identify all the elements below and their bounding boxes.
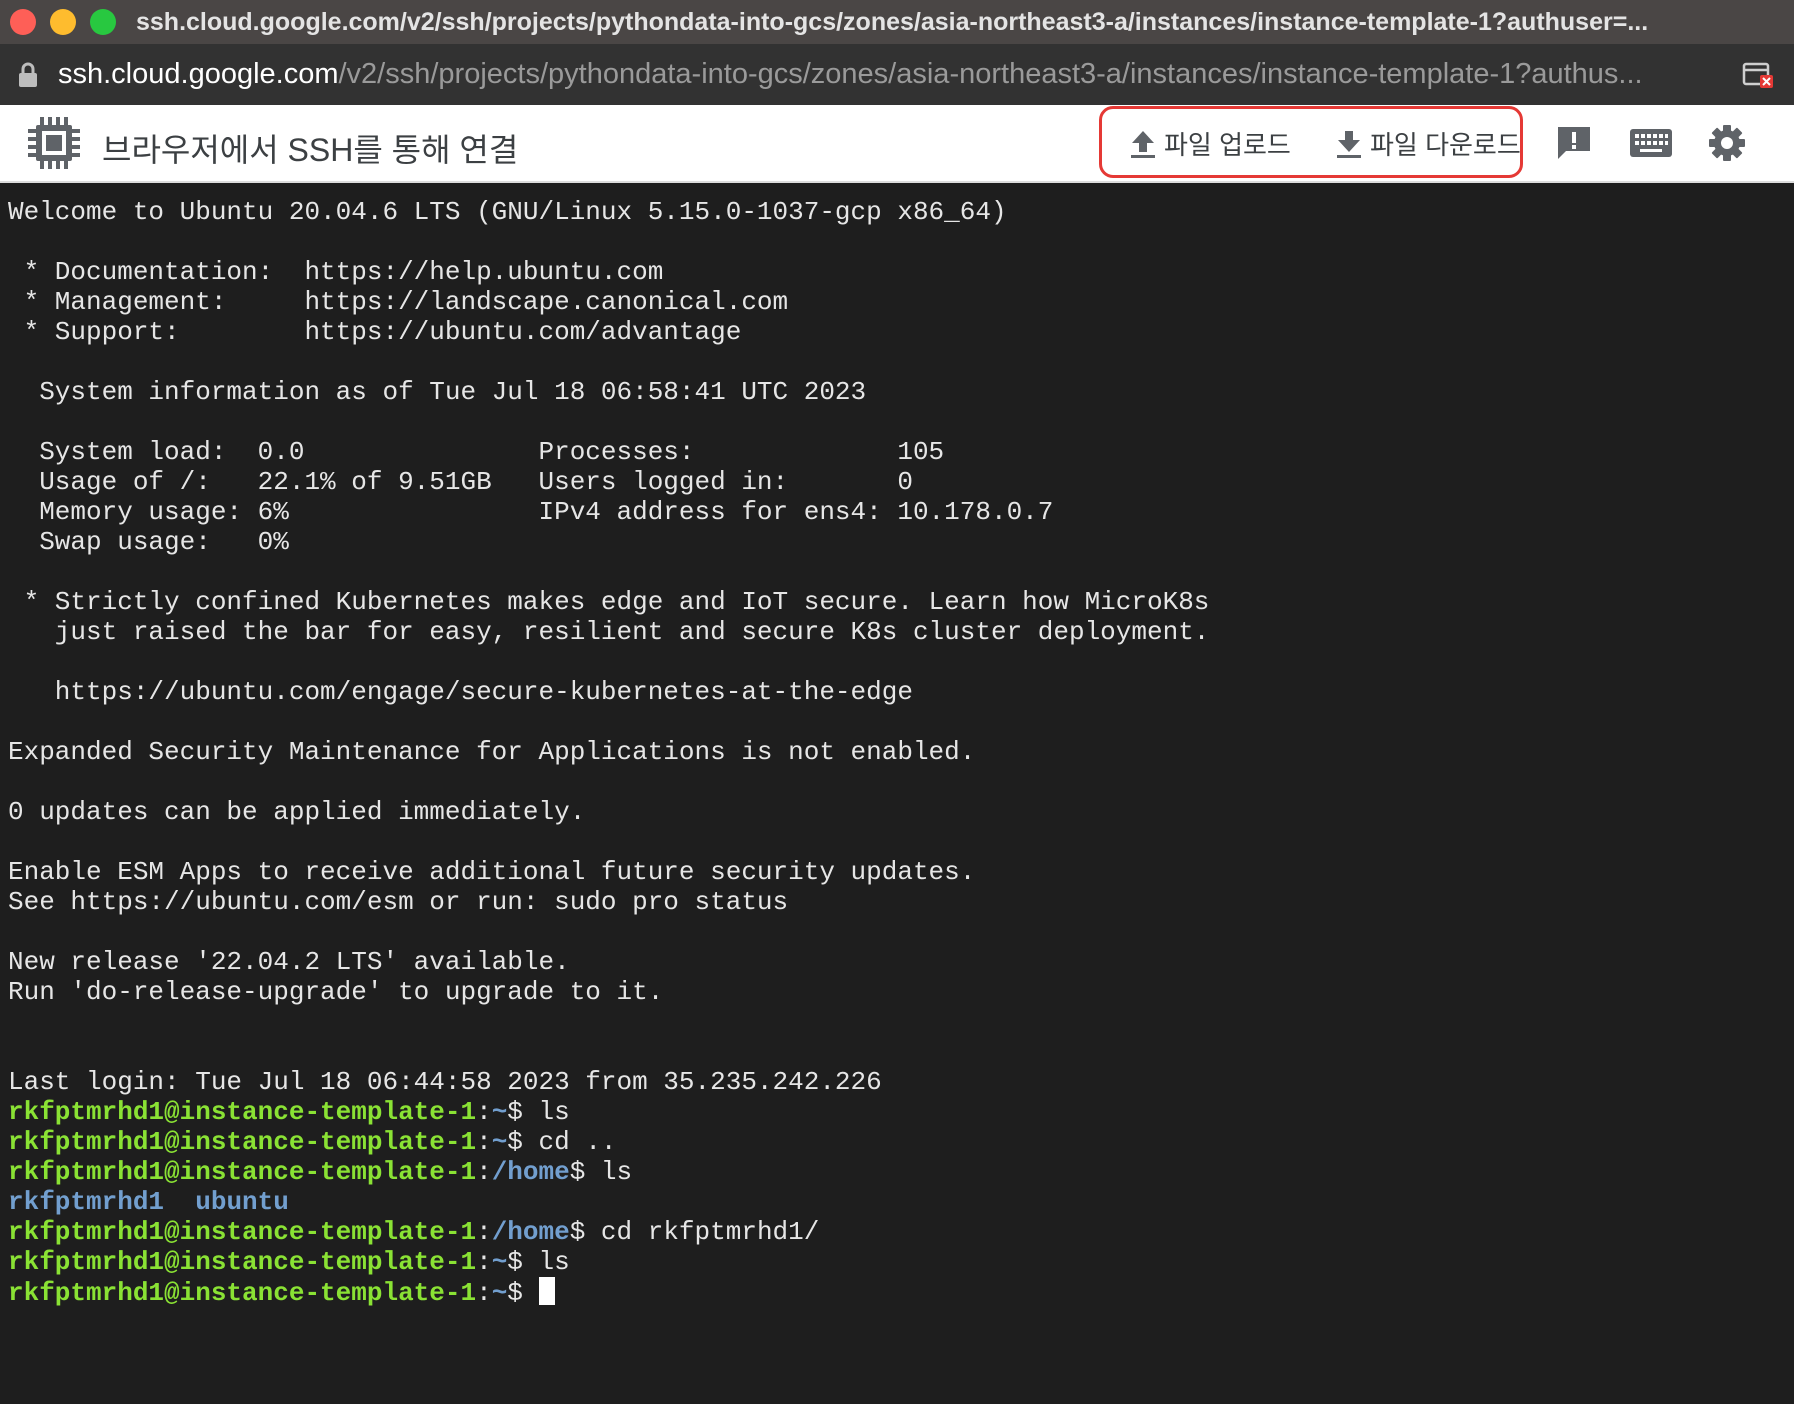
ssh-app-header: 브라우저에서 SSH를 통해 연결 파일 업로드 파일 다운로드 [0,105,1794,183]
minimize-window-button[interactable] [50,9,76,35]
terminal-line: System information as of Tue Jul 18 06:5… [8,377,867,407]
terminal-line: * Support: https://ubuntu.com/advantage [8,317,742,347]
command-text: ls [538,1247,570,1277]
app-title: 브라우저에서 SSH를 통해 연결 [102,132,519,168]
prompt-line: rkfptmrhd1@instance-template-1:~$ ls [8,1247,570,1277]
terminal-line: Expanded Security Maintenance for Applic… [8,737,976,767]
terminal-output: Welcome to Ubuntu 20.04.6 LTS (GNU/Linux… [8,197,1209,1308]
terminal-line: Swap usage: 0% [8,527,289,557]
keyboard-icon[interactable] [1628,123,1674,163]
prompt-path: /home [491,1217,570,1247]
window-controls [10,9,116,35]
terminal-line: Enable ESM Apps to receive additional fu… [8,857,976,887]
terminal-line: 0 updates can be applied immediately. [8,797,586,827]
upload-file-button[interactable]: 파일 업로드 [1128,125,1291,162]
terminal-line: System load: 0.0 Processes: 105 [8,437,945,467]
window-title: ssh.cloud.google.com/v2/ssh/projects/pyt… [136,7,1649,36]
prompt-line: rkfptmrhd1@instance-template-1:/home$ cd… [8,1217,820,1247]
terminal-line: Memory usage: 6% IPv4 address for ens4: … [8,497,1054,527]
terminal-line: New release '22.04.2 LTS' available. [8,947,570,977]
prompt-user-host: rkfptmrhd1@instance-template-1 [8,1217,477,1247]
command-text: ls [538,1097,570,1127]
command-text: cd rkfptmrhd1/ [600,1217,820,1247]
terminal-line: Usage of /: 22.1% of 9.51GB Users logged… [8,467,913,497]
terminal-line: * Documentation: https://help.ubuntu.com [8,257,664,287]
close-window-button[interactable] [10,9,36,35]
terminal-line: Welcome to Ubuntu 20.04.6 LTS (GNU/Linux… [8,197,1007,227]
lock-icon [19,62,37,87]
upload-icon [1131,130,1155,158]
download-icon [1337,130,1361,158]
feedback-icon[interactable] [1554,123,1594,163]
url-text[interactable]: ssh.cloud.google.com/v2/ssh/projects/pyt… [58,58,1708,91]
prompt-line: rkfptmrhd1@instance-template-1:~$ [8,1277,1209,1308]
prompt-path: ~ [491,1097,508,1127]
prompt-user-host: rkfptmrhd1@instance-template-1 [8,1097,477,1127]
url-bar[interactable]: ssh.cloud.google.com/v2/ssh/projects/pyt… [0,44,1794,106]
prompt-user-host: rkfptmrhd1@instance-template-1 [8,1247,477,1277]
window-titlebar: ssh.cloud.google.com/v2/ssh/projects/pyt… [0,0,1794,44]
terminal-line: https://ubuntu.com/engage/secure-kuberne… [8,677,913,707]
prompt-line: rkfptmrhd1@instance-template-1:/home$ ls [8,1157,633,1187]
terminal-line: * Strictly confined Kubernetes makes edg… [8,587,1210,617]
upload-label: 파일 업로드 [1164,130,1291,160]
terminal[interactable]: Welcome to Ubuntu 20.04.6 LTS (GNU/Linux… [0,183,1794,1404]
maximize-window-button[interactable] [90,9,116,35]
prompt-path: ~ [491,1278,508,1308]
prompt-path: /home [491,1157,570,1187]
download-file-button[interactable]: 파일 다운로드 [1334,125,1521,162]
prompt-user-host: rkfptmrhd1@instance-template-1 [8,1278,477,1308]
prompt-path: ~ [491,1127,508,1157]
blocked-popup-icon[interactable] [1742,58,1774,90]
directory-name: rkfptmrhd1 [8,1187,165,1217]
terminal-line: Last login: Tue Jul 18 06:44:58 2023 fro… [8,1067,882,1097]
directory-name: ubuntu [195,1187,289,1217]
terminal-line: See https://ubuntu.com/esm or run: sudo … [8,887,789,917]
command-text: cd .. [538,1127,617,1157]
terminal-line: just raised the bar for easy, resilient … [8,617,1210,647]
settings-icon[interactable] [1707,123,1747,163]
prompt-user-host: rkfptmrhd1@instance-template-1 [8,1127,477,1157]
download-label: 파일 다운로드 [1370,130,1521,160]
terminal-line: * Management: https://landscape.canonica… [8,287,789,317]
prompt-path: ~ [491,1247,508,1277]
ls-output-line: rkfptmrhd1 ubuntu [8,1187,1209,1217]
prompt-line: rkfptmrhd1@instance-template-1:~$ ls [8,1097,570,1127]
prompt-line: rkfptmrhd1@instance-template-1:~$ cd .. [8,1127,617,1157]
chip-icon [28,117,80,169]
command-text: ls [600,1157,633,1187]
url-path: /v2/ssh/projects/pythondata-into-gcs/zon… [338,58,1643,90]
url-host: ssh.cloud.google.com [58,58,339,90]
terminal-cursor [538,1277,555,1305]
prompt-user-host: rkfptmrhd1@instance-template-1 [8,1157,477,1187]
terminal-line: Run 'do-release-upgrade' to upgrade to i… [8,977,664,1007]
